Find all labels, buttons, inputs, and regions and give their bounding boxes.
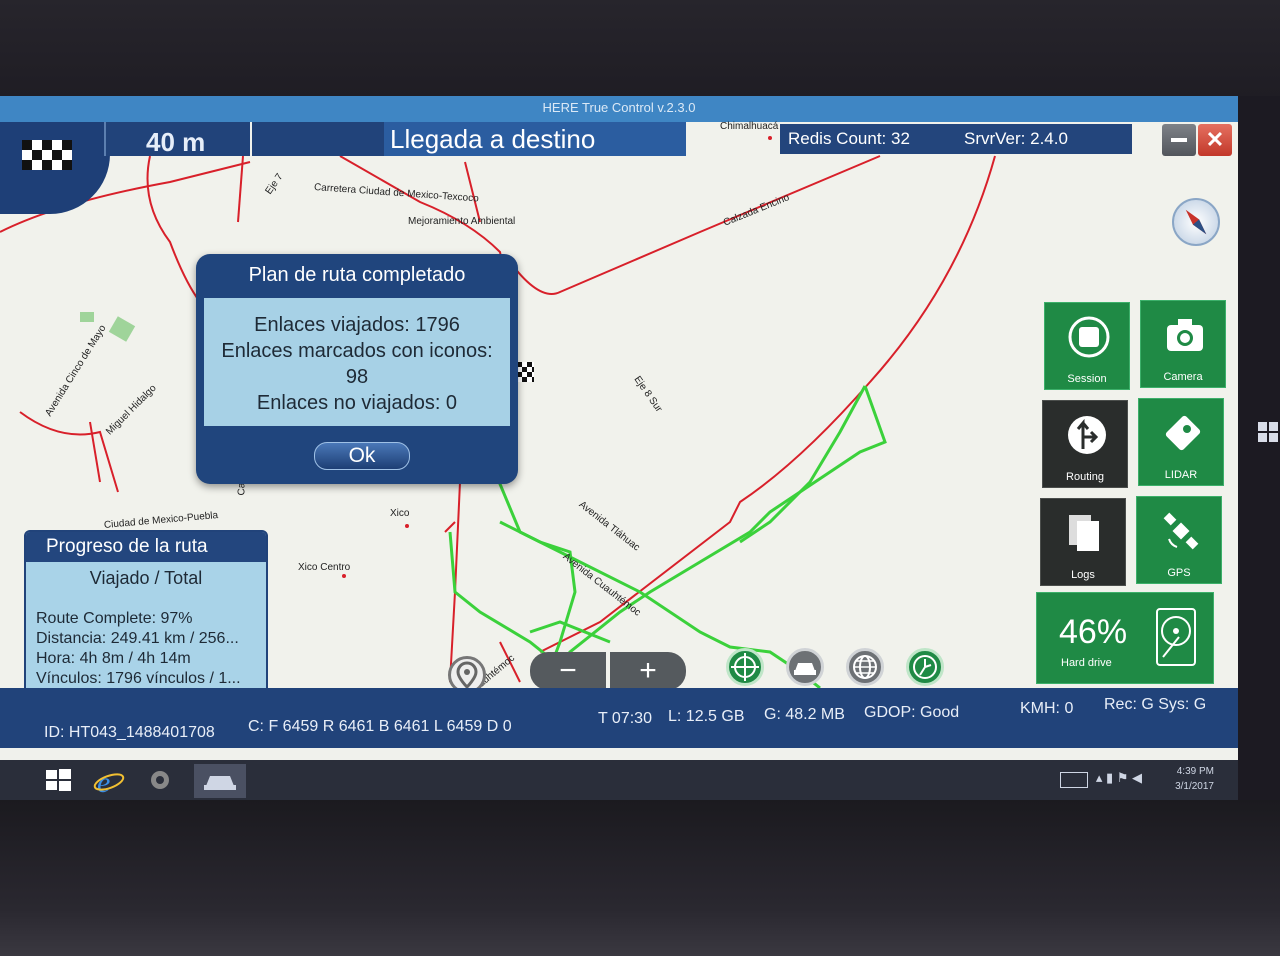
dialog-title: Plan de ruta completado	[248, 264, 466, 286]
progress-subtitle: Viajado / Total	[89, 568, 203, 588]
instruction-text: Llegada a destino	[384, 122, 686, 156]
internet-explorer-button[interactable]: e	[92, 764, 132, 799]
location-pin-icon	[456, 661, 478, 690]
elapsed-time: T 07:30	[598, 710, 652, 727]
app-screen: HERE True Control v.2.3.0 Eje 7 Carreter…	[0, 96, 1238, 800]
zoom-out-button[interactable]: −	[530, 652, 606, 690]
map-label: Chimalhuacá	[720, 121, 779, 132]
clock-date: 3/1/2017	[1175, 781, 1214, 792]
globe-icon	[853, 655, 877, 679]
camera-counts: C: F 6459 R 6461 B 6461 L 6459 D 0	[248, 718, 512, 735]
windows-logo-icon	[1256, 418, 1280, 448]
tile-label: Camera	[1163, 371, 1203, 383]
minimize-button[interactable]	[1162, 124, 1196, 156]
windows-logo-icon	[46, 769, 71, 791]
vehicle-view-button[interactable]	[786, 648, 824, 686]
camera-icon	[1167, 319, 1203, 351]
hard-drive-tile[interactable]: 46% Hard drive	[1036, 592, 1214, 684]
monitor-bezel-bottom	[0, 800, 1280, 956]
speed-kmh: KMH: 0	[1020, 700, 1074, 717]
routing-icon	[1068, 416, 1106, 454]
taskbar: e 4:39 PM 3/1/2017 ▴ ▮ ⚑ ◀	[0, 760, 1238, 800]
progress-title: Progreso de la ruta	[26, 532, 266, 562]
route-complete-dialog: Plan de ruta completado Enlaces viajados…	[196, 254, 518, 484]
true-control-app-button[interactable]	[194, 764, 246, 798]
gdop-status: GDOP: Good	[864, 704, 960, 721]
svg-text:e: e	[97, 766, 110, 798]
route-view-button[interactable]	[906, 648, 944, 686]
dialog-body: Enlaces viajados: 1796 Enlaces marcados …	[204, 298, 510, 426]
start-button[interactable]	[42, 764, 82, 798]
car-icon	[794, 663, 816, 675]
dialog-line: Enlaces viajados: 1796	[254, 314, 460, 336]
tile-label: Session	[1067, 373, 1107, 385]
window-controls: ✕	[1162, 124, 1234, 158]
camera-tile[interactable]: Camera	[1140, 300, 1226, 388]
center-map-button[interactable]	[726, 648, 764, 686]
route-links: Vínculos: 1796 vínculos / 1...	[36, 670, 241, 687]
tray-icons[interactable]: ▴ ▮ ⚑ ◀	[1096, 770, 1142, 786]
satellite-icon	[1163, 512, 1199, 550]
map-label: Mejoramiento Ambiental	[408, 216, 516, 227]
redis-count: Redis Count: 32	[788, 129, 910, 148]
globe-button[interactable]	[846, 648, 884, 686]
route-progress-panel: Progreso de la ruta Viajado / Total Rout…	[24, 530, 268, 712]
dialog-line: 98	[345, 366, 369, 388]
car-app-icon	[204, 776, 236, 790]
session-id: ID: HT043_1488401708	[44, 724, 215, 741]
clock-time: 4:39 PM	[1176, 766, 1214, 777]
monitor-bezel-top	[0, 0, 1280, 96]
documents-icon	[1069, 515, 1099, 551]
tools-icon	[151, 771, 169, 789]
checkered-flag-icon	[22, 140, 72, 170]
server-version: SrvrVer: 2.4.0	[964, 129, 1068, 148]
dialog-line: Enlaces marcados con iconos:	[221, 340, 493, 362]
session-tile[interactable]: Session	[1044, 302, 1130, 390]
gps-size: G: 48.2 MB	[764, 706, 845, 723]
recording-status: Rec: G Sys: G	[1104, 696, 1207, 713]
distance-readout: 40 m	[104, 122, 250, 157]
ok-button[interactable]: Ok	[314, 442, 410, 470]
tile-label: Logs	[1071, 569, 1095, 581]
dialog-line: Enlaces no viajados: 0	[256, 392, 458, 414]
hdd-label: Hard drive	[1061, 657, 1112, 669]
tile-label: Routing	[1066, 471, 1104, 483]
hard-drive-icon	[1156, 608, 1196, 666]
tile-label: LIDAR	[1164, 469, 1198, 481]
compass-icon[interactable]	[1172, 198, 1220, 246]
logs-tile[interactable]: Logs	[1040, 498, 1126, 586]
route-icon	[913, 655, 937, 679]
keyboard-icon[interactable]	[1060, 772, 1088, 788]
system-tray: 4:39 PM 3/1/2017	[1175, 764, 1214, 794]
stop-icon	[1068, 316, 1110, 358]
tools-app-button[interactable]	[144, 764, 184, 798]
routing-tile[interactable]: Routing	[1042, 400, 1128, 488]
gps-tile[interactable]: GPS	[1136, 496, 1222, 584]
tile-label: GPS	[1167, 567, 1191, 579]
lidar-size: L: 12.5 GB	[668, 708, 745, 725]
lidar-icon	[1165, 415, 1201, 451]
server-status-bar: Redis Count: 32 SrvrVer: 2.4.0	[780, 124, 1132, 154]
status-bar: ID: HT043_1488401708 C: F 6459 R 6461 B …	[0, 688, 1238, 748]
zoom-in-button[interactable]: +	[610, 652, 686, 690]
window-title: HERE True Control v.2.3.0	[0, 96, 1238, 122]
internet-explorer-icon: e	[93, 766, 125, 799]
map-label: Xico Centro	[298, 562, 351, 573]
map-label: Xico	[390, 508, 410, 519]
route-complete: Route Complete: 97%	[36, 610, 193, 627]
lidar-tile[interactable]: LIDAR	[1138, 398, 1224, 486]
route-distance: Distancia: 249.41 km / 256...	[36, 630, 239, 647]
crosshair-icon	[731, 653, 759, 681]
route-time: Hora: 4h 8m / 4h 14m	[36, 650, 191, 667]
close-button[interactable]: ✕	[1198, 124, 1232, 156]
hdd-percent: 46%	[1059, 613, 1128, 651]
